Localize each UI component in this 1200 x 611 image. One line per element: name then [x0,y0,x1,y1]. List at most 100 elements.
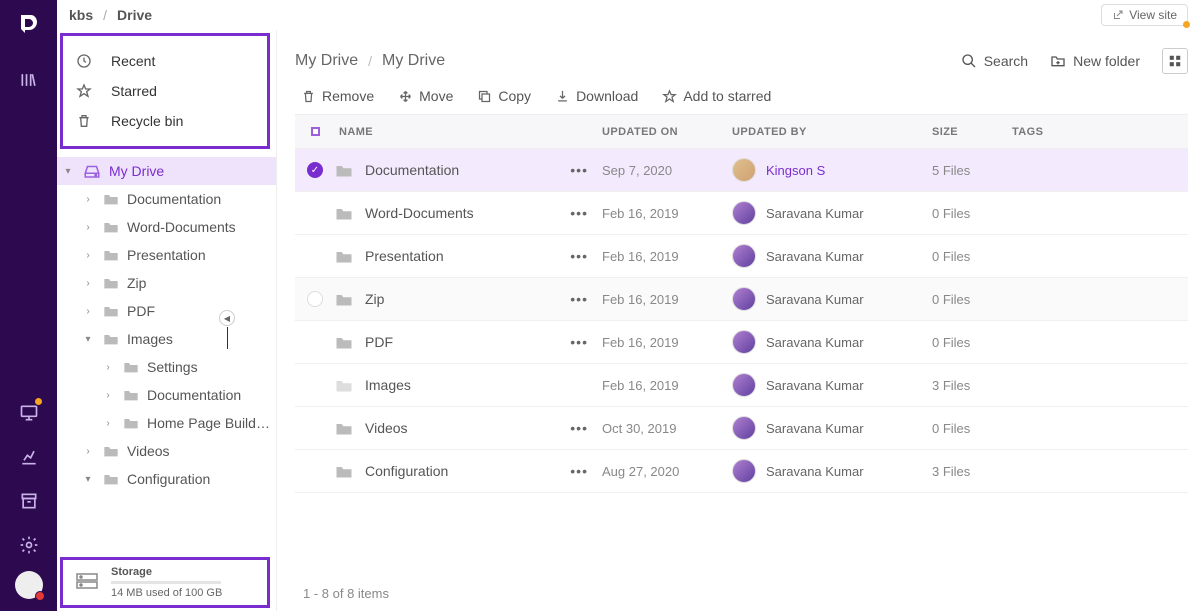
avatar [732,330,756,354]
tree-images-docs[interactable]: ›Documentation [57,381,276,409]
quick-recent[interactable]: Recent [63,46,267,76]
row-size: 0 Files [932,421,1012,436]
row-date: Aug 27, 2020 [602,464,732,479]
tree-images-home[interactable]: ›Home Page Build… [57,409,276,437]
tree-documentation[interactable]: ›Documentation [57,185,276,213]
monitor-icon[interactable] [11,395,47,431]
row-date: Feb 16, 2019 [602,249,732,264]
col-tags[interactable]: TAGS [1012,126,1172,138]
col-updated[interactable]: UPDATED ON [602,126,732,138]
user-avatar[interactable] [15,571,43,599]
settings-icon[interactable] [11,527,47,563]
tree-configuration[interactable]: ▾Configuration [57,465,276,493]
tree-images[interactable]: ▾Images [57,325,276,353]
tree-word[interactable]: ›Word-Documents [57,213,276,241]
row-size: 5 Files [932,163,1012,178]
folder-icon [335,421,353,436]
folder-icon [103,192,119,206]
row-size: 0 Files [932,292,1012,307]
row-name-label: Images [365,377,411,393]
action-download[interactable]: Download [555,88,638,104]
tree-my-drive[interactable]: ▾ My Drive [57,157,276,185]
grid-view-toggle[interactable] [1162,48,1188,74]
col-name[interactable]: NAME [335,126,602,138]
workspace-crumb[interactable]: kbs [69,7,93,23]
table-row[interactable]: Presentation•••Feb 16, 2019Saravana Kuma… [295,235,1188,278]
avatar [732,244,756,268]
quick-starred[interactable]: Starred [63,76,267,106]
row-date: Oct 30, 2019 [602,421,732,436]
select-all-checkbox[interactable] [311,127,320,136]
row-updated-by: Saravana Kumar [732,330,932,354]
row-date: Feb 16, 2019 [602,292,732,307]
tree-zip[interactable]: ›Zip [57,269,276,297]
tree-videos[interactable]: ›Videos [57,437,276,465]
table-row[interactable]: Word-Documents•••Feb 16, 2019Saravana Ku… [295,192,1188,235]
sidebar-collapse-toggle[interactable]: ◀ [219,310,235,326]
folder-icon [335,464,353,479]
avatar [732,373,756,397]
row-menu-icon[interactable]: ••• [570,205,602,221]
app-rail [0,0,57,611]
row-name-label: Documentation [365,162,459,178]
row-menu-icon[interactable]: ••• [570,162,602,178]
quick-access-box: Recent Starred Recycle bin [60,33,270,149]
breadcrumb-current[interactable]: My Drive [382,52,445,70]
action-bar: Remove Move Copy Download Add to starred [295,88,1188,115]
table-header: NAME UPDATED ON UPDATED BY SIZE TAGS [295,115,1188,149]
folder-tree: ▾ My Drive ›Documentation ›Word-Document… [57,153,276,555]
row-checkbox[interactable] [307,291,323,307]
row-menu-icon[interactable]: ••• [570,291,602,307]
row-updated-by: Saravana Kumar [732,459,932,483]
table-row[interactable]: Zip•••Feb 16, 2019Saravana Kumar0 Files [295,278,1188,321]
avatar [732,201,756,225]
folder-icon [335,249,353,264]
storage-box: Storage 14 MB used of 100 GB [60,557,270,608]
table-row[interactable]: ✓Documentation•••Sep 7, 2020Kingson S5 F… [295,149,1188,192]
selected-check-icon[interactable]: ✓ [307,162,323,178]
tree-images-settings[interactable]: ›Settings [57,353,276,381]
folder-icon [335,206,353,221]
table-row[interactable]: Videos•••Oct 30, 2019Saravana Kumar0 Fil… [295,407,1188,450]
sidebar: Recent Starred Recycle bin ▾ My Drive ›D… [57,30,277,611]
row-menu-icon[interactable]: ••• [570,334,602,350]
avatar [732,158,756,182]
tree-presentation[interactable]: ›Presentation [57,241,276,269]
action-remove[interactable]: Remove [301,88,374,104]
archive-icon[interactable] [11,483,47,519]
col-size[interactable]: SIZE [932,126,1012,138]
row-name-label: Word-Documents [365,205,474,221]
analytics-icon[interactable] [11,439,47,475]
tree-pdf[interactable]: ›PDF [57,297,276,325]
table-row[interactable]: Configuration•••Aug 27, 2020Saravana Kum… [295,450,1188,493]
action-star[interactable]: Add to starred [662,88,771,104]
row-menu-icon[interactable]: ••• [570,248,602,264]
storage-detail: 14 MB used of 100 GB [111,587,222,599]
row-menu-icon[interactable]: ••• [570,463,602,479]
col-by[interactable]: UPDATED BY [732,126,932,138]
main-pane: My Drive / My Drive Search New folder [277,30,1200,611]
drive-icon [83,163,101,179]
storage-bar [111,581,221,584]
avatar [732,416,756,440]
table-row[interactable]: PDF•••Feb 16, 2019Saravana Kumar0 Files [295,321,1188,364]
action-copy[interactable]: Copy [477,88,531,104]
view-site-button[interactable]: View site [1101,4,1188,26]
avatar [732,287,756,311]
trash-icon [75,113,93,129]
row-date: Feb 16, 2019 [602,378,732,393]
action-move[interactable]: Move [398,88,453,104]
new-folder-action[interactable]: New folder [1050,53,1140,69]
app-logo[interactable] [15,10,43,38]
row-updated-by: Saravana Kumar [732,373,932,397]
row-updated-by: Saravana Kumar [732,416,932,440]
storage-icon [75,572,99,594]
row-menu-icon[interactable]: ••• [570,420,602,436]
page-title-crumb[interactable]: Drive [117,7,152,23]
library-icon[interactable] [11,62,47,98]
row-size: 0 Files [932,206,1012,221]
quick-recycle[interactable]: Recycle bin [63,106,267,136]
breadcrumb-root[interactable]: My Drive [295,52,358,70]
search-action[interactable]: Search [961,53,1028,69]
table-row[interactable]: ImagesFeb 16, 2019Saravana Kumar3 Files [295,364,1188,407]
